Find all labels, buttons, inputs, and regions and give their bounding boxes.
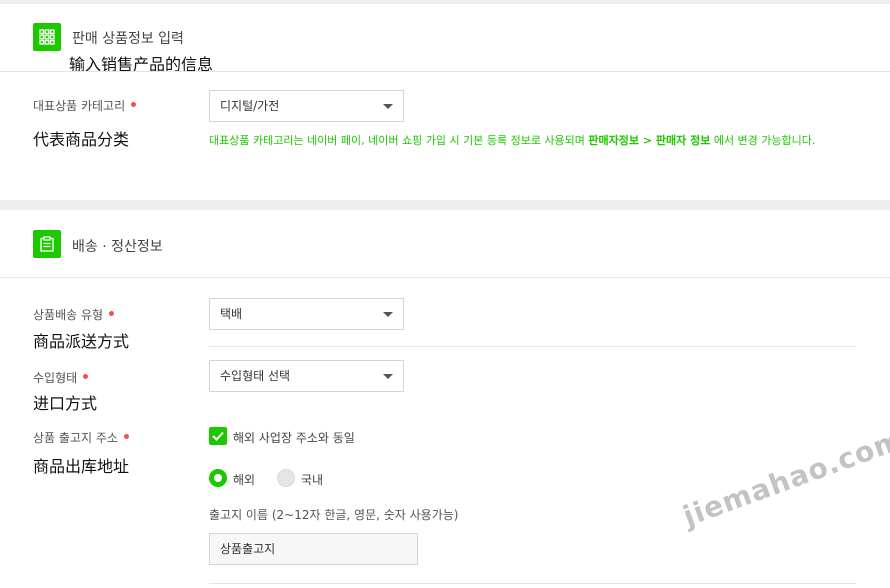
radio-domestic[interactable]	[277, 469, 295, 487]
required-dot	[109, 311, 115, 316]
radio-overseas-label[interactable]: 해외	[233, 471, 255, 488]
divider	[209, 583, 856, 584]
delivery-type-select[interactable]: 택배	[209, 298, 404, 330]
import-type-value: 수입형태 선택	[220, 369, 291, 383]
radio-domestic-label[interactable]: 국내	[301, 471, 323, 488]
category-select-value: 디지털/가전	[220, 99, 280, 113]
category-cn-label: 代表商品分类	[33, 130, 130, 149]
category-select[interactable]: 디지털/가전	[209, 90, 404, 122]
clipboard-icon	[33, 230, 61, 258]
import-type-select[interactable]: 수입형태 선택	[209, 360, 404, 392]
category-label: 대표상품 카테고리	[33, 97, 137, 114]
divider	[0, 71, 890, 72]
shipping-address-cn-label: 商品出库地址	[33, 457, 130, 476]
delivery-type-cn-label: 商品派送方式	[33, 332, 130, 351]
shipping-address-label: 상품 출고지 주소	[33, 429, 129, 446]
same-address-checkbox[interactable]	[209, 427, 227, 445]
category-notice: 대표상품 카테고리는 네이버 페이, 네이버 쇼핑 가입 시 기본 등록 정보로…	[209, 134, 816, 147]
address-name-input[interactable]: 상품출고지	[209, 533, 418, 565]
check-icon	[212, 431, 224, 441]
chevron-down-icon	[383, 374, 393, 379]
required-dot	[131, 102, 137, 107]
same-address-label[interactable]: 해외 사업장 주소와 동일	[233, 429, 355, 446]
address-name-hint: 출고지 이름 (2~12자 한글, 영문, 숫자 사용가능)	[209, 508, 459, 522]
delivery-type-label: 상품배송 유형	[33, 306, 115, 323]
chevron-down-icon	[383, 104, 393, 109]
section-title-product-info: 판매 상품정보 입력	[72, 31, 184, 47]
radio-overseas[interactable]	[209, 469, 227, 487]
divider	[209, 346, 856, 347]
required-dot	[123, 434, 129, 439]
divider	[0, 277, 890, 278]
top-divider	[0, 0, 890, 4]
notice-link-text[interactable]: 판매자정보 > 판매자 정보	[588, 134, 710, 147]
import-type-label: 수입형태	[33, 369, 89, 386]
section-gap	[0, 200, 890, 210]
delivery-type-value: 택배	[220, 307, 243, 321]
required-dot	[83, 374, 89, 379]
watermark: jiemahao.com	[678, 422, 890, 533]
grid-icon	[33, 23, 61, 51]
section-title-shipping: 배송 · 정산정보	[72, 239, 163, 255]
chevron-down-icon	[383, 312, 393, 317]
import-type-cn-label: 进口方式	[33, 394, 98, 413]
